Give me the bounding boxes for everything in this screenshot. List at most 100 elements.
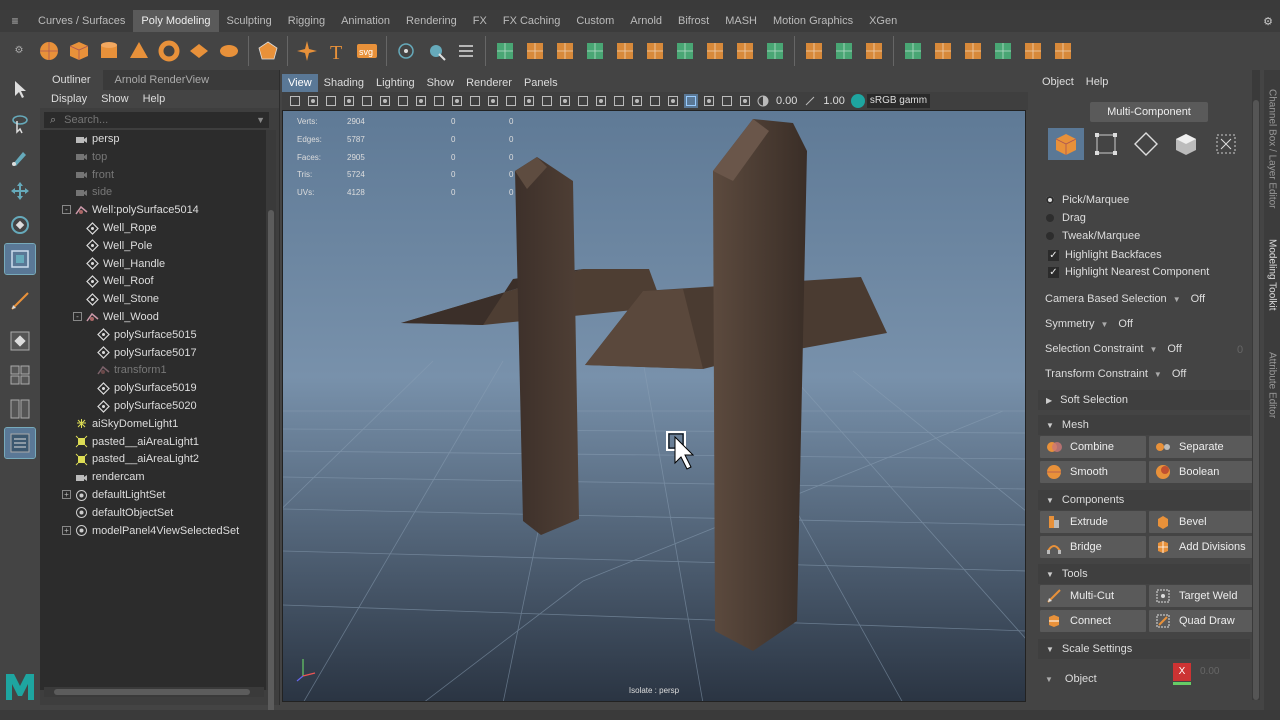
- object-mode-icon[interactable]: [1048, 128, 1084, 160]
- chevron-down-icon[interactable]: ▼: [1045, 675, 1053, 684]
- option-row[interactable]: Symmetry ▼ Off: [1045, 315, 1133, 333]
- option-value[interactable]: Off: [1118, 318, 1132, 330]
- outliner-item[interactable]: polySurface5019: [96, 379, 197, 397]
- side-tab-attribute-editor[interactable]: Attribute Editor: [1264, 330, 1280, 440]
- outliner-item[interactable]: rendercam: [74, 468, 145, 486]
- smooth-shade-icon[interactable]: [522, 94, 536, 108]
- shelf-collapse-icon[interactable]: ≡: [0, 14, 30, 28]
- remesh-icon[interactable]: [642, 38, 668, 64]
- shelf-tab-poly-modeling[interactable]: Poly Modeling: [133, 10, 219, 32]
- shelf-options-icon[interactable]: ⚙: [4, 46, 34, 56]
- outliner-item[interactable]: pasted__aiAreaLight2: [74, 450, 199, 468]
- separate-icon[interactable]: [522, 38, 548, 64]
- outliner-item[interactable]: polySurface5020: [96, 397, 197, 415]
- combine-button[interactable]: Combine: [1040, 436, 1146, 458]
- viewport-3d[interactable]: Verts: 2904 0 0 Edges: 5787 0 0 Faces: 2905 0 0 Tris…: [282, 110, 1026, 702]
- scale-tool-icon[interactable]: [4, 243, 36, 275]
- gamma-field[interactable]: 1.00: [823, 95, 844, 107]
- lights-icon[interactable]: [576, 94, 590, 108]
- outliner-vscrollbar[interactable]: [266, 130, 276, 720]
- viewport-menu-view[interactable]: View: [282, 74, 318, 92]
- bookmark-icon[interactable]: [342, 94, 356, 108]
- shelf-tab-custom[interactable]: Custom: [568, 10, 622, 32]
- image-plane-icon[interactable]: [360, 94, 374, 108]
- expand-toggle-icon[interactable]: -: [62, 205, 71, 215]
- viewport-menu-show[interactable]: Show: [421, 74, 461, 92]
- shelf-tab-motion-graphics[interactable]: Motion Graphics: [765, 10, 861, 32]
- uv-unfold-icon[interactable]: [990, 38, 1016, 64]
- side-tab-channel-box-layer-editor[interactable]: Channel Box / Layer Editor: [1264, 84, 1280, 214]
- shelf-tab-fx[interactable]: FX: [465, 10, 495, 32]
- add-divisions-button[interactable]: Add Divisions: [1149, 536, 1255, 558]
- outliner-item[interactable]: modelPanel4ViewSelectedSet: [74, 522, 239, 540]
- checker-icon[interactable]: [1050, 38, 1076, 64]
- multi-cut-tool-icon[interactable]: [5, 286, 35, 316]
- outliner-item[interactable]: defaultObjectSet: [74, 504, 173, 522]
- exposure-field[interactable]: 0.00: [776, 95, 797, 107]
- outliner-menu-show[interactable]: Show: [94, 90, 136, 108]
- uv-mode-icon[interactable]: [1208, 128, 1244, 160]
- connect-button[interactable]: Connect: [1040, 610, 1146, 632]
- motion-blur-icon[interactable]: [630, 94, 644, 108]
- shelf-tab-sculpting[interactable]: Sculpting: [219, 10, 280, 32]
- sphere-orb-icon[interactable]: [393, 38, 419, 64]
- outliner-item[interactable]: side: [74, 183, 112, 201]
- option-row[interactable]: Transform Constraint ▼ Off: [1045, 365, 1186, 383]
- sphere-icon[interactable]: [36, 38, 62, 64]
- wireframe-icon[interactable]: [504, 94, 518, 108]
- outliner-item[interactable]: Well_Roof: [85, 272, 154, 290]
- soft-selection-section[interactable]: ▶ Soft Selection: [1038, 390, 1250, 410]
- viewport-menu-lighting[interactable]: Lighting: [370, 74, 421, 92]
- color-space-field[interactable]: sRGB gamm: [866, 94, 931, 108]
- single-view-icon[interactable]: [5, 326, 35, 356]
- search-input[interactable]: [64, 114, 245, 126]
- outliner-item[interactable]: defaultLightSet: [74, 486, 165, 504]
- smooth-icon[interactable]: [582, 38, 608, 64]
- selection-mode-radio[interactable]: Drag: [1044, 210, 1086, 226]
- option-row[interactable]: Camera Based Selection ▼ Off: [1045, 290, 1205, 308]
- select-tool-icon[interactable]: [5, 74, 35, 104]
- expand-arrow-icon[interactable]: ▶: [1046, 396, 1052, 405]
- outliner-search[interactable]: ⌕ ▼: [44, 112, 269, 128]
- film-gate-icon[interactable]: [396, 94, 410, 108]
- toolkit-menu-help[interactable]: Help: [1086, 76, 1117, 88]
- outliner-tab-0[interactable]: Outliner: [40, 70, 103, 90]
- outliner-item[interactable]: top: [74, 148, 107, 166]
- outliner-hscrollbar[interactable]: [44, 687, 264, 697]
- plane-icon[interactable]: [186, 38, 212, 64]
- shelf-tab-rigging[interactable]: Rigging: [280, 10, 333, 32]
- move-tool-icon[interactable]: [5, 176, 35, 206]
- collapse-arrow-icon[interactable]: ▼: [1046, 421, 1054, 430]
- boolean-button[interactable]: Boolean: [1149, 461, 1255, 483]
- face-mode-icon[interactable]: [1168, 128, 1204, 160]
- extrude-icon[interactable]: [762, 38, 788, 64]
- checkbox[interactable]: ✓: [1048, 266, 1059, 278]
- shadows-icon[interactable]: [594, 94, 608, 108]
- toolkit-scrollbar[interactable]: [1252, 70, 1260, 700]
- outliner-layout-icon[interactable]: [4, 427, 36, 459]
- cylinder-icon[interactable]: [96, 38, 122, 64]
- shelf-tab-bifrost[interactable]: Bifrost: [670, 10, 717, 32]
- sweep-icon[interactable]: [423, 38, 449, 64]
- torus-icon[interactable]: [156, 38, 182, 64]
- select-camera-icon[interactable]: [288, 94, 302, 108]
- paint-select-icon[interactable]: [5, 142, 35, 172]
- bevel-icon[interactable]: [672, 38, 698, 64]
- expand-toggle-icon[interactable]: +: [62, 490, 71, 499]
- radio-dot[interactable]: [1046, 232, 1054, 240]
- aa-icon[interactable]: [648, 94, 662, 108]
- shelf-tab-curves-surfaces[interactable]: Curves / Surfaces: [30, 10, 133, 32]
- disc-icon[interactable]: [216, 38, 242, 64]
- outliner-item[interactable]: polySurface5017: [96, 344, 197, 362]
- cone-icon[interactable]: [126, 38, 152, 64]
- xray-icon[interactable]: [702, 94, 716, 108]
- uv-sew-icon[interactable]: [1020, 38, 1046, 64]
- scale-value-field[interactable]: 0.00: [1200, 663, 1240, 681]
- checkbox[interactable]: ✓: [1048, 249, 1059, 261]
- option-value[interactable]: Off: [1191, 293, 1205, 305]
- cube-icon[interactable]: [66, 38, 92, 64]
- backface-icon[interactable]: [738, 94, 752, 108]
- outliner-menu-display[interactable]: Display: [44, 90, 94, 108]
- side-tab-modeling-toolkit[interactable]: Modeling Toolkit: [1264, 230, 1280, 320]
- xray-joints-icon[interactable]: [720, 94, 734, 108]
